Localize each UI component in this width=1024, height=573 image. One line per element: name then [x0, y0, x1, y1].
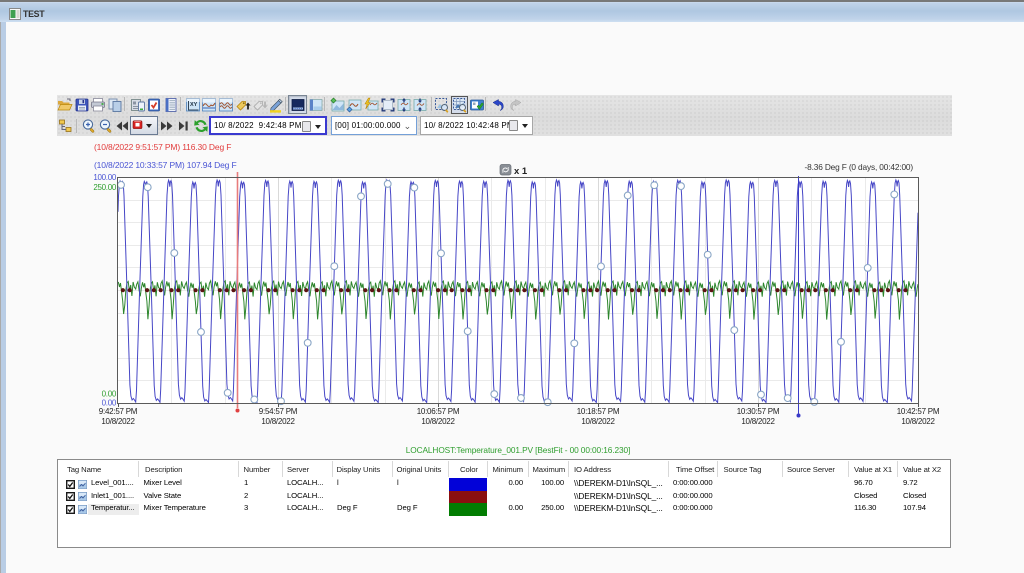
svg-text:10:06:57 PM: 10:06:57 PM	[417, 407, 460, 416]
svg-text:10/8/2022: 10/8/2022	[421, 417, 455, 426]
svg-text:10/8/2022: 10/8/2022	[901, 417, 935, 426]
svg-text:10/8/2022: 10/8/2022	[741, 417, 775, 426]
svg-text:LOCALHOST:Temperature_001.PV [: LOCALHOST:Temperature_001.PV [BestFit - …	[406, 445, 631, 455]
svg-text:0.00: 0.00	[102, 390, 117, 399]
svg-text:10/8/2022: 10/8/2022	[261, 417, 295, 426]
svg-text:(10/8/2022 9:51:57 PM) 116.30: (10/8/2022 9:51:57 PM) 116.30 Deg F	[94, 142, 231, 152]
svg-text:10:30:57 PM: 10:30:57 PM	[737, 407, 780, 416]
svg-text:XY: XY	[190, 102, 198, 108]
svg-text:-8.36 Deg F (0 days, 00:42:00): -8.36 Deg F (0 days, 00:42:00)	[805, 162, 914, 172]
svg-text:10:18:57 PM: 10:18:57 PM	[577, 407, 620, 416]
svg-text:250.00: 250.00	[93, 183, 117, 192]
svg-text:(10/8/2022 10:33:57 PM) 107.94: (10/8/2022 10:33:57 PM) 107.94 Deg F	[94, 160, 237, 170]
svg-text:100.00: 100.00	[93, 173, 117, 182]
svg-text:9:42:57 PM: 9:42:57 PM	[99, 407, 138, 416]
svg-text:10/8/2022: 10/8/2022	[101, 417, 135, 426]
svg-text:x 1: x 1	[514, 166, 528, 177]
svg-text:9:54:57 PM: 9:54:57 PM	[259, 407, 298, 416]
svg-text:10:42:57 PM: 10:42:57 PM	[897, 407, 940, 416]
svg-text:10/8/2022: 10/8/2022	[581, 417, 615, 426]
